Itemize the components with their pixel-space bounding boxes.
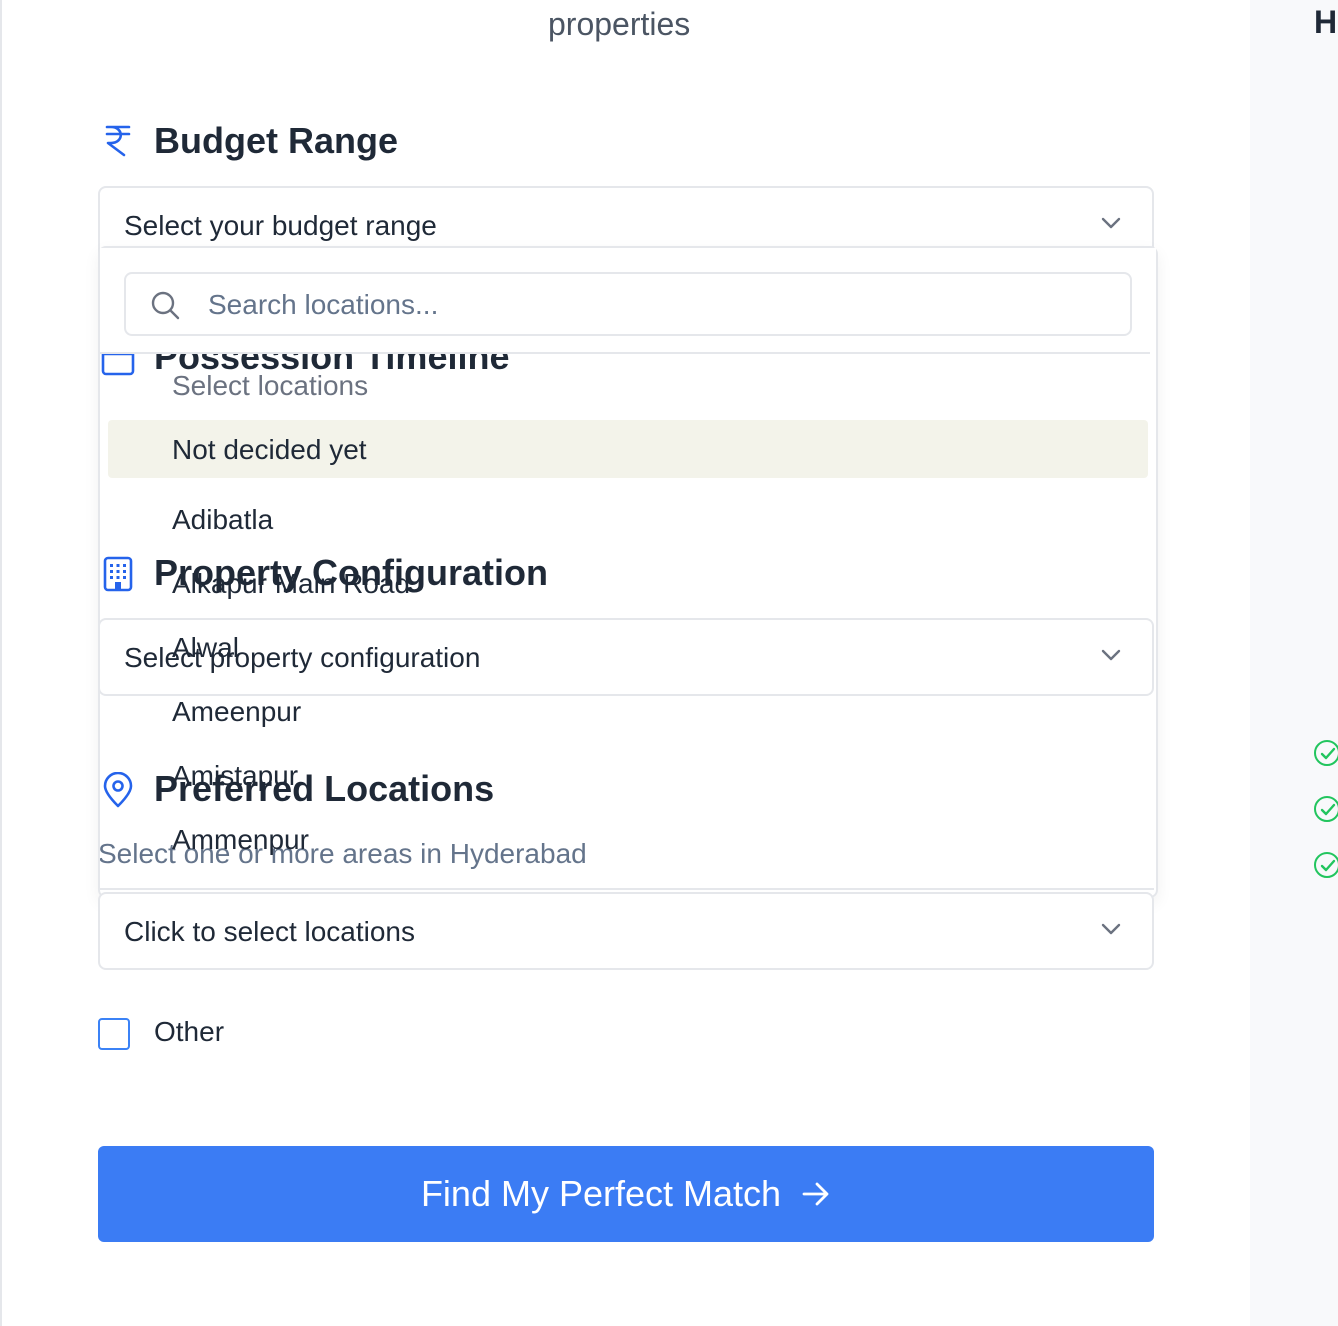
page-subtitle: properties bbox=[548, 6, 691, 42]
find-match-button[interactable]: Find My Perfect Match bbox=[98, 1146, 1154, 1242]
dropdown-item[interactable]: Amistapur bbox=[172, 760, 298, 792]
right-side-panel bbox=[1250, 0, 1338, 1326]
dropdown-item[interactable]: Ammenpur bbox=[172, 824, 309, 856]
other-checkbox-label: Other bbox=[154, 1016, 225, 1047]
locations-select-value: Click to select locations bbox=[124, 916, 416, 947]
other-checkbox[interactable] bbox=[98, 1018, 130, 1050]
right-panel-heading: H bbox=[1314, 4, 1338, 40]
budget-select-value: Select your budget range bbox=[124, 210, 437, 241]
chevron-down-icon bbox=[1101, 923, 1121, 935]
search-placeholder: Search locations... bbox=[208, 289, 439, 320]
arrow-right-icon bbox=[802, 1182, 829, 1206]
dropdown-group-label: Select locations bbox=[172, 370, 369, 401]
budget-section-title: Budget Range bbox=[154, 120, 399, 161]
rupee-icon bbox=[105, 125, 131, 157]
dropdown-item[interactable]: Alkapur Main Road bbox=[172, 568, 410, 600]
search-icon bbox=[151, 291, 180, 320]
dropdown-item[interactable]: Alwal bbox=[172, 632, 239, 664]
dropdown-item[interactable]: Adibatla bbox=[172, 504, 273, 536]
dropdown-item[interactable]: Not decided yet bbox=[172, 434, 367, 466]
dropdown-bottom-edge bbox=[100, 888, 1154, 890]
locations-select[interactable]: Click to select locations bbox=[98, 892, 1154, 970]
dropdown-divider bbox=[100, 352, 1150, 354]
check-circle-icon bbox=[1314, 852, 1338, 878]
location-search-input[interactable]: Search locations... bbox=[124, 272, 1132, 336]
check-circle-icon bbox=[1314, 740, 1338, 766]
find-match-button-label: Find My Perfect Match bbox=[420, 1173, 782, 1214]
left-border bbox=[0, 0, 2, 1326]
chevron-down-icon bbox=[1101, 217, 1121, 229]
check-circle-icon bbox=[1314, 796, 1338, 822]
dropdown-item[interactable]: Ameenpur bbox=[172, 696, 301, 728]
